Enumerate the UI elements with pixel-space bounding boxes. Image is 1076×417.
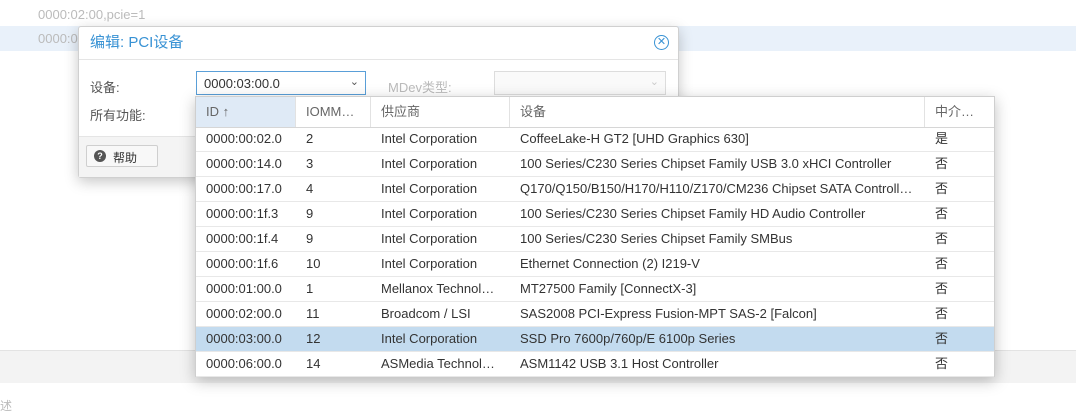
- table-row[interactable]: 0000:01:00.0 1 Mellanox Technol… MT27500 Fa…: [196, 277, 994, 302]
- help-button[interactable]: ? 帮助: [86, 145, 158, 167]
- table-row[interactable]: 0000:03:00.0 12 Intel Corporation SSD Pro 7…: [196, 327, 994, 352]
- cell-iommu: 12: [306, 331, 321, 346]
- cell-mdev: 否: [935, 156, 949, 171]
- help-icon: ?: [94, 150, 106, 162]
- cell-id: 0000:00:17.0: [206, 181, 282, 196]
- cell-vendor: Intel Corporation: [381, 256, 478, 271]
- chevron-down-icon[interactable]: ⌄: [350, 75, 359, 88]
- column-header-vendor[interactable]: 供应商: [371, 97, 510, 127]
- cell-mdev: 是: [935, 131, 949, 146]
- table-row[interactable]: 0000:00:1f.4 9 Intel Corporation 100 Series…: [196, 227, 994, 252]
- cell-mdev: 否: [935, 206, 949, 221]
- cell-vendor: ASMedia Technol…: [381, 356, 495, 371]
- cell-mdev: 否: [935, 256, 949, 271]
- cell-iommu: 14: [306, 356, 321, 371]
- cell-iommu: 9: [306, 206, 314, 221]
- background-row-text: 0000:02:00,pcie=1: [38, 7, 146, 22]
- cell-id: 0000:00:02.0: [206, 131, 282, 146]
- chevron-down-icon[interactable]: ⌄: [650, 75, 659, 88]
- cell-id: 0000:03:00.0: [206, 331, 282, 346]
- cell-vendor: Intel Corporation: [381, 156, 478, 171]
- table-row[interactable]: 0000:02:00.0 11 Broadcom / LSI SAS2008 PCI-…: [196, 302, 994, 327]
- grid-header: ID ↑ IOMM… 供应商 设备 中介…: [196, 97, 994, 128]
- cell-id: 0000:00:1f.6: [206, 256, 279, 271]
- cell-device: 100 Series/C230 Series Chipset Family US…: [520, 156, 892, 171]
- mdev-type-combobox[interactable]: ⌄: [494, 71, 666, 95]
- cell-mdev: 否: [935, 181, 949, 196]
- cell-device: SAS2008 PCI-Express Fusion-MPT SAS-2 [Fa…: [520, 306, 817, 321]
- cell-mdev: 否: [935, 356, 949, 371]
- cell-iommu: 4: [306, 181, 314, 196]
- table-row[interactable]: 0000:00:17.0 4 Intel Corporation Q170/Q150/…: [196, 177, 994, 202]
- cell-vendor: Mellanox Technol…: [381, 281, 495, 296]
- cell-id: 0000:00:14.0: [206, 156, 282, 171]
- cell-mdev: 否: [935, 281, 949, 296]
- cell-vendor: Intel Corporation: [381, 181, 478, 196]
- close-icon[interactable]: ✕: [654, 35, 669, 50]
- cell-id: 0000:06:00.0: [206, 356, 282, 371]
- cell-iommu: 9: [306, 231, 314, 246]
- cell-id: 0000:00:1f.4: [206, 231, 279, 246]
- cell-mdev: 否: [935, 231, 949, 246]
- dialog-title: 编辑: PCI设备: [90, 34, 184, 51]
- all-functions-label: 所有功能:: [90, 108, 146, 123]
- cell-iommu: 11: [306, 306, 320, 321]
- column-header-mediated[interactable]: 中介…: [925, 97, 994, 127]
- cell-device: Ethernet Connection (2) I219-V: [520, 256, 700, 271]
- dialog-header[interactable]: 编辑: PCI设备 ✕: [79, 27, 678, 60]
- cell-device: Q170/Q150/B150/H170/H110/Z170/CM236 Chip…: [520, 181, 913, 196]
- device-label: 设备:: [90, 80, 120, 95]
- cell-device: MT27500 Family [ConnectX-3]: [520, 281, 697, 296]
- column-header-id[interactable]: ID ↑: [196, 97, 296, 127]
- cell-iommu: 2: [306, 131, 314, 146]
- grid-body: 0000:00:02.0 2 Intel Corporation CoffeeLake…: [196, 127, 994, 377]
- cell-mdev: 否: [935, 331, 949, 346]
- cell-device: 100 Series/C230 Series Chipset Family HD…: [520, 206, 866, 221]
- device-combobox[interactable]: 0000:03:00.0 ⌄: [196, 71, 366, 95]
- device-combobox-value: 0000:03:00.0: [204, 76, 280, 91]
- cell-device: ASM1142 USB 3.1 Host Controller: [520, 356, 719, 371]
- cell-device: 100 Series/C230 Series Chipset Family SM…: [520, 231, 793, 246]
- column-header-device[interactable]: 设备: [510, 97, 925, 127]
- device-picker-grid: ID ↑ IOMM… 供应商 设备 中介… 0000:00:02.0 2 Intel…: [195, 96, 995, 377]
- table-row[interactable]: 0000:00:14.0 3 Intel Corporation 100 Series…: [196, 152, 994, 177]
- cell-iommu: 3: [306, 156, 314, 171]
- background-row[interactable]: 0000:02:00,pcie=1: [0, 2, 1076, 27]
- cell-vendor: Intel Corporation: [381, 131, 478, 146]
- column-header-iommu[interactable]: IOMM…: [296, 97, 371, 127]
- table-row[interactable]: 0000:06:00.0 14 ASMedia Technol… ASM1142 US…: [196, 352, 994, 377]
- background-row-text: 0000:0: [38, 31, 78, 46]
- help-button-label: 帮助: [113, 151, 138, 165]
- cell-id: 0000:01:00.0: [206, 281, 282, 296]
- cell-vendor: Intel Corporation: [381, 206, 478, 221]
- table-row[interactable]: 0000:00:1f.6 10 Intel Corporation Ethernet …: [196, 252, 994, 277]
- background-text: 述: [0, 399, 13, 413]
- cell-device: SSD Pro 7600p/760p/E 6100p Series: [520, 331, 736, 346]
- cell-id: 0000:02:00.0: [206, 306, 282, 321]
- table-row[interactable]: 0000:00:1f.3 9 Intel Corporation 100 Series…: [196, 202, 994, 227]
- cell-id: 0000:00:1f.3: [206, 206, 279, 221]
- cell-device: CoffeeLake-H GT2 [UHD Graphics 630]: [520, 131, 749, 146]
- cell-mdev: 否: [935, 306, 949, 321]
- table-row[interactable]: 0000:00:02.0 2 Intel Corporation CoffeeLake…: [196, 127, 994, 152]
- mdev-type-label: MDev类型:: [388, 80, 452, 95]
- cell-vendor: Intel Corporation: [381, 331, 478, 346]
- cell-iommu: 1: [306, 281, 314, 296]
- cell-iommu: 10: [306, 256, 321, 271]
- cell-vendor: Broadcom / LSI: [381, 306, 471, 321]
- cell-vendor: Intel Corporation: [381, 231, 478, 246]
